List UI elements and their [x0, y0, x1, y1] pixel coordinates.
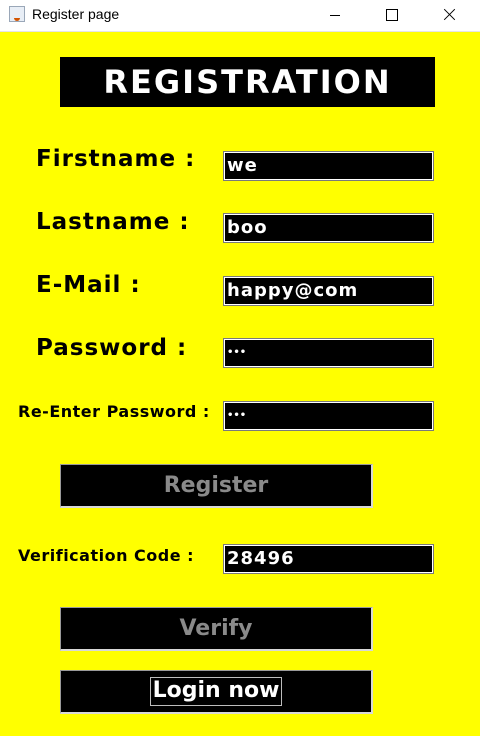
reenter-password-input[interactable]: •••: [223, 401, 434, 431]
maximize-button[interactable]: [368, 0, 414, 31]
lastname-input[interactable]: boo: [223, 213, 434, 243]
firstname-input[interactable]: we: [223, 151, 434, 181]
verification-code-input[interactable]: 28496: [223, 544, 434, 574]
lastname-label: Lastname :: [36, 209, 190, 235]
registration-heading: REGISTRATION: [60, 57, 435, 107]
registration-panel: REGISTRATION Firstname : we Lastname : b…: [0, 32, 480, 736]
window-title: Register page: [32, 6, 120, 22]
minimize-button[interactable]: [312, 0, 358, 31]
password-label: Password :: [36, 335, 188, 361]
email-input[interactable]: happy@com: [223, 276, 434, 306]
reenter-password-mask: •••: [227, 410, 247, 421]
login-now-button[interactable]: Login now: [60, 670, 373, 714]
verify-button[interactable]: Verify: [60, 607, 373, 651]
reenter-password-label: Re-Enter Password :: [18, 402, 210, 421]
close-button[interactable]: [426, 0, 472, 31]
register-button[interactable]: Register: [60, 464, 373, 508]
firstname-label: Firstname :: [36, 146, 196, 172]
java-cup-icon: [9, 6, 25, 22]
email-label: E-Mail :: [36, 272, 141, 298]
login-now-label: Login now: [149, 677, 283, 706]
verification-code-label: Verification Code :: [18, 546, 195, 565]
title-bar: Register page: [0, 0, 480, 32]
password-mask: •••: [227, 347, 247, 358]
password-input[interactable]: •••: [223, 338, 434, 368]
